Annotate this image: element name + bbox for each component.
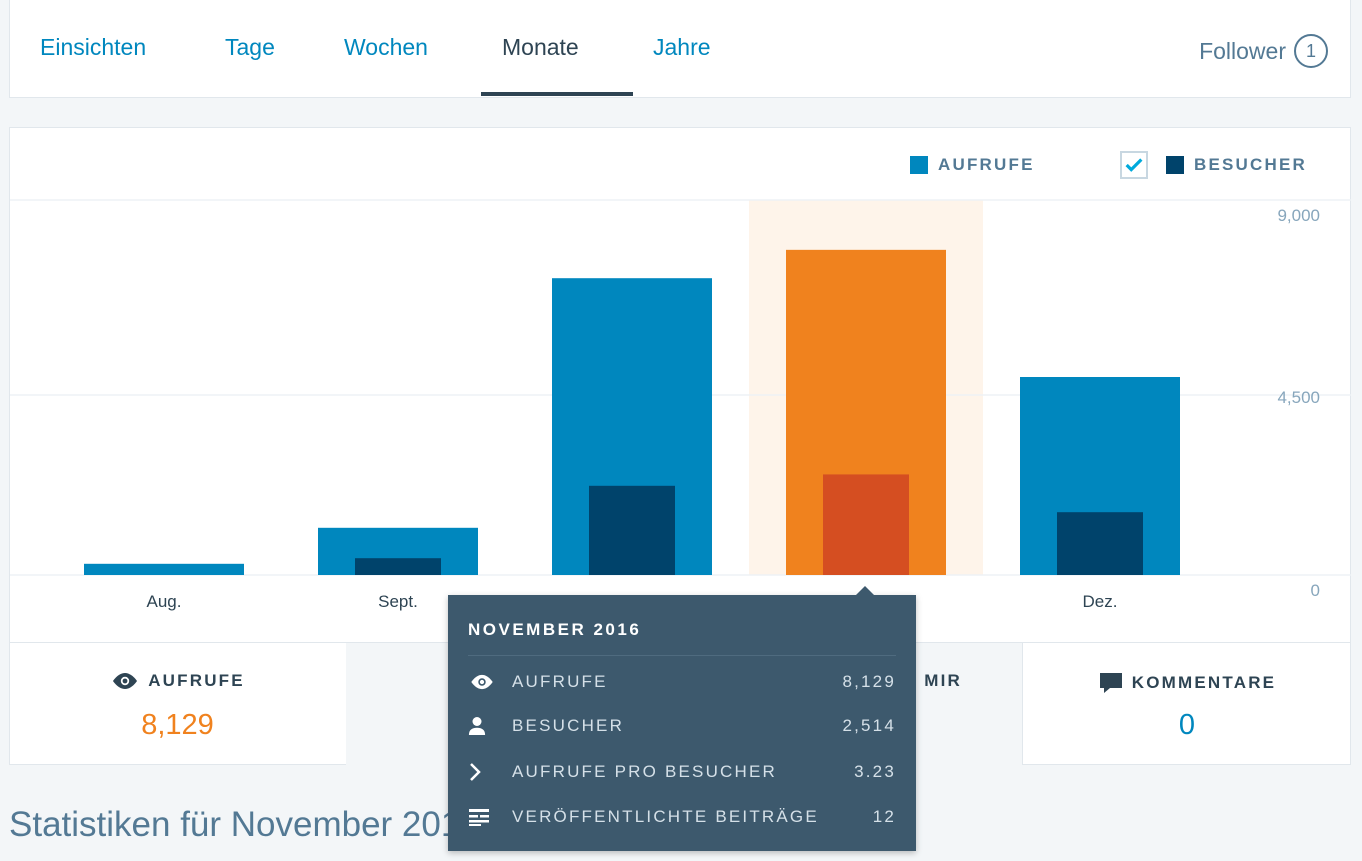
posts-icon <box>469 809 489 826</box>
section-title: Statistiken für November 2016 <box>9 805 480 844</box>
stat-likes-label: MIR <box>924 671 962 690</box>
tooltip-posts-value: 12 <box>872 807 896 826</box>
tooltip-row-visitors: BESUCHER 2,514 <box>468 711 896 741</box>
y-tick-label: 0 <box>1311 581 1320 600</box>
bar-visitors[interactable] <box>823 474 909 575</box>
bar-views[interactable] <box>84 563 244 575</box>
y-tick-label: 9,000 <box>1277 206 1320 225</box>
stat-comments-label: KOMMENTARE <box>1131 673 1277 692</box>
legend-visitors-swatch <box>1166 156 1184 174</box>
tooltip-views-per-visitor-label: AUFRUFE PRO BESUCHER <box>512 762 778 781</box>
person-icon <box>468 717 486 735</box>
eye-icon <box>471 674 493 690</box>
visitors-checkbox[interactable] <box>1120 151 1148 179</box>
bar-chart[interactable]: 04,5009,000Aug.Sept.Okt.Nov.Dez. <box>0 0 1362 640</box>
tooltip-divider <box>468 655 896 656</box>
legend-visitors-label: BESUCHER <box>1194 155 1308 174</box>
bar-visitors[interactable] <box>1057 512 1143 575</box>
x-tick-label: Aug. <box>147 592 182 611</box>
y-tick-label: 4,500 <box>1277 388 1320 407</box>
x-tick-label: Sept. <box>378 592 418 611</box>
tooltip-visitors-label: BESUCHER <box>512 716 625 735</box>
bar-visitors[interactable] <box>589 485 675 575</box>
legend-views-label: AUFRUFE <box>938 155 1035 174</box>
legend-visitors[interactable]: BESUCHER <box>1166 155 1307 175</box>
stat-comments-value: 0 <box>1178 709 1196 741</box>
eye-icon <box>113 673 138 689</box>
stat-views-value: 8,129 <box>141 709 214 741</box>
tooltip-views-label: AUFRUFE <box>512 672 608 691</box>
tooltip-visitors-value: 2,514 <box>842 716 896 735</box>
chart-tooltip: NOVEMBER 2016 AUFRUFE 8,129 BESUCHER 2,5… <box>448 586 916 851</box>
stat-views-label: AUFRUFE <box>148 671 245 690</box>
tooltip-views-value: 8,129 <box>842 672 896 691</box>
stat-views[interactable]: AUFRUFE 8,129 <box>9 643 346 765</box>
stat-comments[interactable]: KOMMENTARE 0 <box>1022 643 1351 765</box>
tooltip-views-per-visitor-value: 3.23 <box>854 762 896 781</box>
legend-views-swatch <box>910 156 928 174</box>
tooltip-arrow <box>855 586 875 596</box>
chevron-right-icon <box>470 763 481 781</box>
tooltip-row-views-per-visitor: AUFRUFE PRO BESUCHER 3.23 <box>468 757 896 787</box>
x-tick-label: Dez. <box>1083 592 1118 611</box>
tooltip-row-views: AUFRUFE 8,129 <box>468 667 896 697</box>
legend-views: AUFRUFE <box>910 155 1035 175</box>
check-icon <box>1125 158 1143 172</box>
tooltip-title: NOVEMBER 2016 <box>468 620 642 639</box>
comment-icon <box>1099 673 1122 693</box>
tooltip-row-posts: VERÖFFENTLICHTE BEITRÄGE 12 <box>468 802 896 832</box>
bar-visitors[interactable] <box>355 558 441 575</box>
tooltip-posts-label: VERÖFFENTLICHTE BEITRÄGE <box>512 807 819 826</box>
